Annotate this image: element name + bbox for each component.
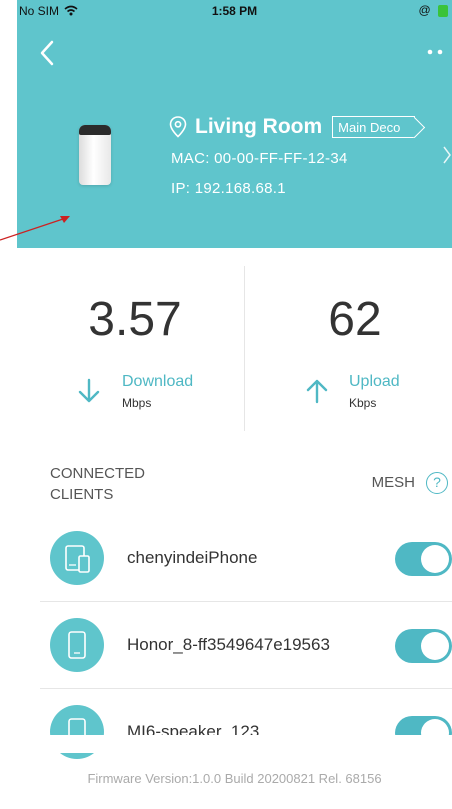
device-header: No SIM 1:58 PM @ Living Room Main Deco M…	[17, 0, 452, 248]
client-toggle[interactable]	[395, 542, 452, 576]
upload-label: Upload	[349, 373, 400, 390]
download-unit: Mbps	[122, 396, 152, 410]
phone-tablet-icon	[65, 545, 90, 573]
location-pin-icon	[169, 116, 187, 138]
throughput-stats: 3.57 Download Mbps 62 Upload Kbps	[17, 266, 452, 431]
main-deco-tag: Main Deco	[332, 116, 416, 138]
download-label: Download	[122, 373, 194, 390]
arrow-up-icon	[306, 379, 328, 404]
client-row[interactable]: chenyindeiPhone	[40, 516, 452, 602]
deco-device-image	[79, 125, 111, 185]
client-row[interactable]: MI6-speaker_123	[40, 690, 452, 776]
device-cap	[79, 125, 111, 135]
chevron-left-icon	[40, 40, 54, 66]
upload-stat: 62 Upload Kbps	[255, 266, 452, 431]
list-fade	[17, 735, 452, 753]
mesh-label: MESH	[371, 474, 415, 491]
toggle-knob	[421, 545, 449, 573]
battery-status: @	[418, 3, 448, 17]
phone-icon	[68, 631, 86, 659]
download-value: 3.57	[88, 293, 182, 346]
screen: No SIM 1:58 PM @ Living Room Main Deco M…	[17, 0, 452, 809]
client-name: chenyindeiPhone	[127, 548, 258, 567]
device-location-name: Living Room	[195, 115, 323, 138]
stats-divider	[244, 266, 245, 431]
upload-unit: Kbps	[349, 396, 377, 410]
firmware-version: Firmware Version:1.0.0 Build 20200821 Re…	[87, 771, 382, 786]
row-divider	[40, 601, 452, 602]
device-ip: IP: 192.168.68.1	[171, 180, 286, 197]
more-options-button[interactable]	[416, 44, 446, 64]
battery-icon	[438, 4, 448, 17]
connected-clients-heading: CONNECTED CLIENTS	[50, 465, 146, 503]
more-dots-icon	[427, 49, 443, 55]
device-detail-chevron[interactable]	[442, 145, 452, 171]
client-toggle[interactable]	[395, 629, 452, 663]
client-name: Honor_8-ff3549647e19563	[127, 635, 330, 654]
download-stat: 3.57 Download Mbps	[35, 266, 235, 431]
client-avatar	[50, 618, 104, 672]
status-bar: No SIM 1:58 PM @	[17, 0, 452, 24]
help-icon[interactable]: ?	[426, 472, 448, 494]
clock: 1:58 PM	[211, 4, 258, 18]
device-mac: MAC: 00-00-FF-FF-12-34	[171, 150, 348, 167]
chevron-right-icon	[443, 146, 451, 164]
row-divider	[40, 688, 452, 689]
upload-value: 62	[328, 293, 382, 346]
client-row[interactable]: Honor_8-ff3549647e19563	[40, 603, 452, 689]
annotation-arrow-icon	[0, 216, 70, 241]
device-location-row[interactable]: Living Room Main Deco	[169, 112, 416, 142]
client-avatar	[50, 531, 104, 585]
lock-rotation-icon: @	[418, 3, 431, 17]
arrow-down-icon	[78, 378, 100, 403]
toggle-knob	[421, 632, 449, 660]
back-button[interactable]	[39, 40, 63, 72]
